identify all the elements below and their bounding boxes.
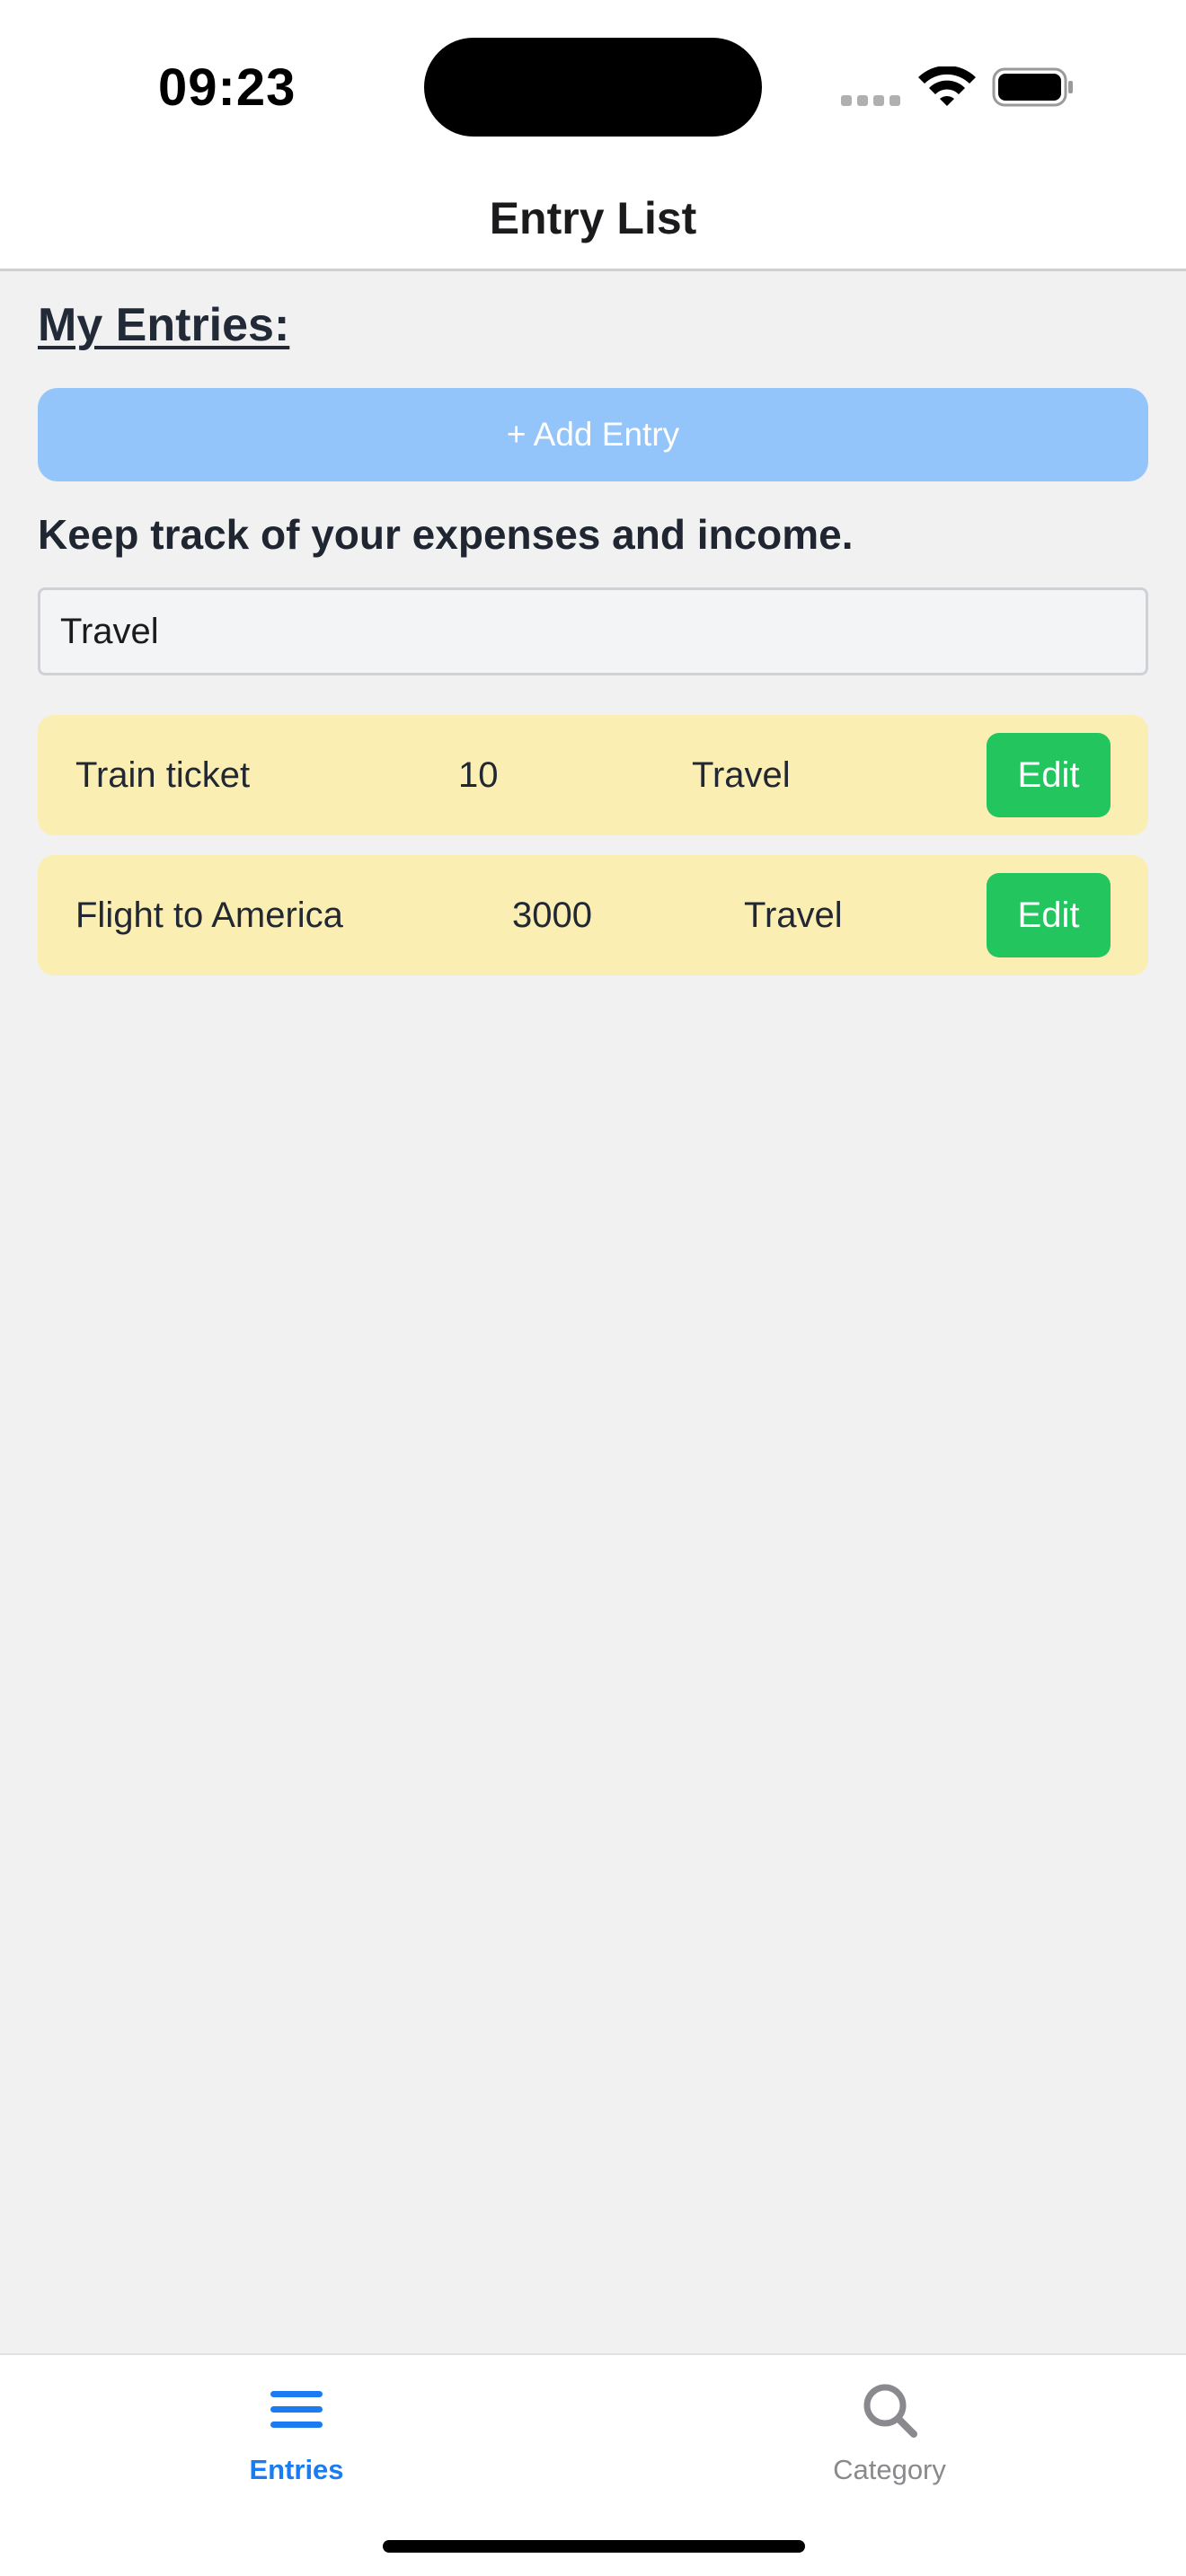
add-entry-button[interactable]: + Add Entry xyxy=(38,388,1148,481)
status-time: 09:23 xyxy=(158,58,296,117)
search-icon xyxy=(863,2384,917,2438)
edit-button[interactable]: Edit xyxy=(987,873,1111,957)
edit-button[interactable]: Edit xyxy=(987,733,1111,817)
status-bar: 09:23 xyxy=(0,0,1186,162)
tagline: Keep track of your expenses and income. xyxy=(38,511,854,558)
entry-row: Flight to America 3000 Travel Edit xyxy=(38,855,1148,975)
home-indicator xyxy=(383,2540,805,2553)
page-title: Entry List xyxy=(489,193,697,243)
tab-entries[interactable]: Entries xyxy=(162,2380,431,2486)
tab-label: Entries xyxy=(249,2454,344,2485)
main-content: My Entries: + Add Entry Keep track of yo… xyxy=(38,271,1148,995)
category-filter-input[interactable] xyxy=(38,587,1148,675)
battery-icon xyxy=(992,67,1073,107)
tab-category[interactable]: Category xyxy=(755,2380,1024,2486)
tab-label: Category xyxy=(833,2454,946,2485)
entry-name: Train ticket xyxy=(75,755,251,795)
nav-header: Entry List xyxy=(0,162,1186,271)
app-screen: 09:23 Entry List My Entries: + Add Entry… xyxy=(0,0,1186,2576)
list-icon xyxy=(270,2391,323,2428)
entry-list: Train ticket 10 Travel Edit Flight to Am… xyxy=(38,715,1148,975)
section-title: My Entries: xyxy=(38,299,290,351)
entry-amount: 3000 xyxy=(512,895,592,935)
entry-category: Travel xyxy=(692,755,791,795)
wifi-icon xyxy=(918,66,976,106)
entry-category: Travel xyxy=(744,895,843,935)
cellular-signal-icon xyxy=(841,95,900,106)
entry-name: Flight to America xyxy=(75,895,343,935)
entry-amount: 10 xyxy=(458,755,499,795)
dynamic-island xyxy=(424,38,762,137)
entry-row: Train ticket 10 Travel Edit xyxy=(38,715,1148,835)
